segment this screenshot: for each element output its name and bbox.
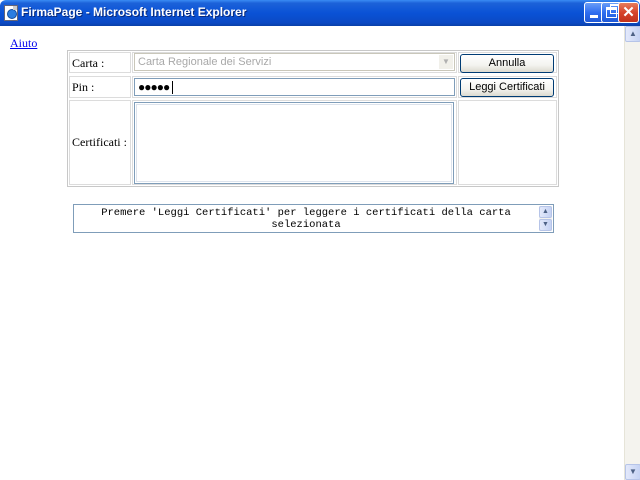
- arrow-up-icon: ▲: [629, 29, 637, 38]
- empty-cell: [458, 100, 557, 185]
- arrow-up-icon: ▲: [542, 208, 549, 215]
- pin-value: ●●●●●: [138, 80, 170, 94]
- close-button[interactable]: ✕: [618, 2, 639, 23]
- status-message: Premere 'Leggi Certificati' per leggere …: [101, 207, 511, 231]
- card-label: Carta :: [72, 56, 105, 70]
- cancel-button[interactable]: Annulla: [460, 54, 554, 73]
- certificates-label: Certificati :: [72, 135, 127, 149]
- ie-page-icon[interactable]: [4, 5, 18, 21]
- text-caret: [172, 81, 173, 94]
- message-scroll-down-button[interactable]: ▼: [539, 219, 552, 231]
- pin-label: Pin :: [72, 80, 95, 94]
- close-icon: ✕: [622, 4, 635, 21]
- message-scrollbar[interactable]: ▲ ▼: [539, 206, 552, 231]
- scroll-up-button[interactable]: ▲: [625, 26, 640, 42]
- page-scrollbar[interactable]: ▲ ▼: [624, 26, 640, 480]
- pin-input[interactable]: ●●●●●: [134, 78, 455, 96]
- message-scroll-up-button[interactable]: ▲: [539, 206, 552, 218]
- minimize-icon: [590, 15, 598, 18]
- window-title: FirmaPage - Microsoft Internet Explorer: [21, 5, 247, 19]
- status-message-box[interactable]: Premere 'Leggi Certificati' per leggere …: [73, 204, 554, 233]
- card-select-value: Carta Regionale dei Servizi: [138, 56, 272, 68]
- help-link[interactable]: Aiuto: [10, 36, 37, 51]
- card-select[interactable]: Carta Regionale dei Servizi ▼: [134, 53, 455, 71]
- chevron-down-icon[interactable]: ▼: [439, 55, 453, 69]
- arrow-down-icon: ▼: [542, 221, 549, 228]
- scroll-down-button[interactable]: ▼: [625, 464, 640, 480]
- read-certificates-button[interactable]: Leggi Certificati: [460, 78, 554, 97]
- certificates-list[interactable]: [134, 102, 454, 184]
- arrow-down-icon: ▼: [629, 467, 637, 476]
- restore-icon: [606, 4, 620, 18]
- title-bar: FirmaPage - Microsoft Internet Explorer …: [0, 0, 640, 26]
